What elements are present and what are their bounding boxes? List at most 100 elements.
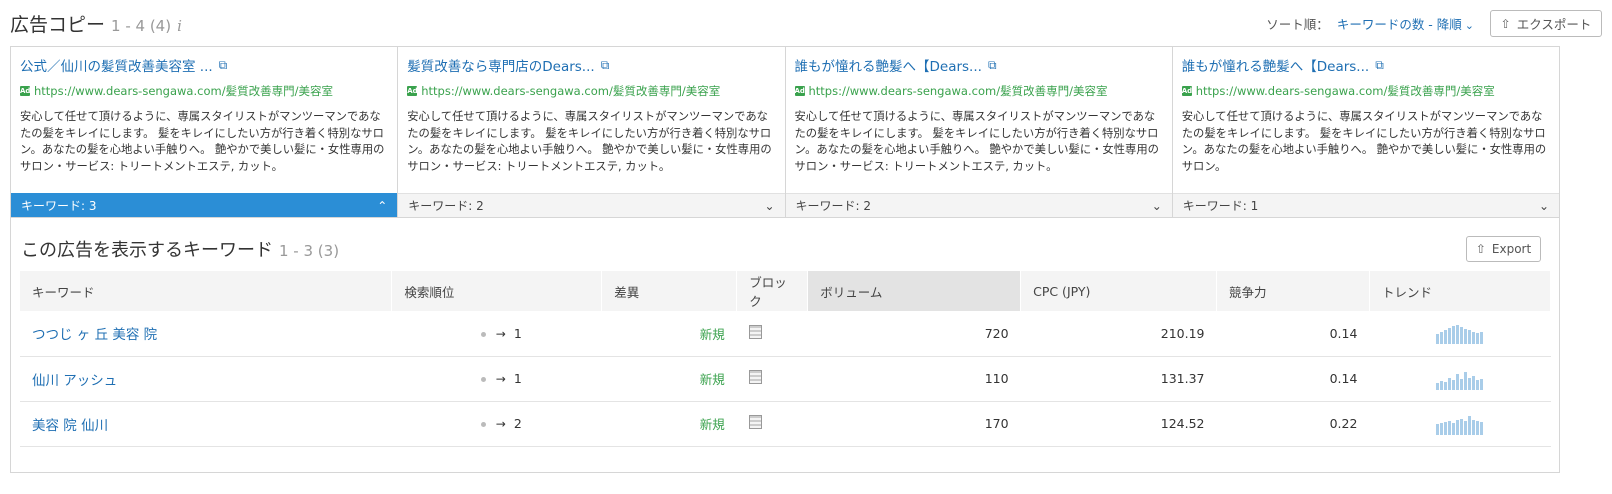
volume-value: 110 <box>984 371 1009 386</box>
external-link-icon[interactable]: ⧉ <box>988 58 997 73</box>
ad-title[interactable]: 公式／仙川の髪質改善美容室 ... <box>20 55 213 75</box>
column-header-keyword[interactable]: キーワード <box>20 271 393 311</box>
column-header-competition[interactable]: 競争力 <box>1216 271 1370 311</box>
arrow-right-icon: → <box>495 372 506 386</box>
trend-bar <box>1472 375 1475 390</box>
keyword-link[interactable]: 美容 院 仙川 <box>20 401 392 446</box>
trend-bar <box>1448 377 1451 390</box>
ad-card: 誰もが憧れる艶髪へ【Dears... ⧉ Ad https://www.dears-… <box>785 47 1173 217</box>
column-header-cpc[interactable]: CPC (JPY) <box>1020 271 1218 311</box>
keyword-link[interactable]: 仙川 アッシュ <box>20 356 392 401</box>
page-title: 広告コピー 1 - 4 (4) i <box>10 10 182 37</box>
trend-bar <box>1464 371 1467 390</box>
position-value: 2 <box>513 416 522 431</box>
cpc-value: 210.19 <box>1160 325 1205 341</box>
keyword-count: キーワード: 2 <box>795 199 872 213</box>
keyword-count-toggle[interactable]: キーワード: 3 ⌃ <box>11 193 398 217</box>
keywords-export-label: Export <box>1491 242 1532 256</box>
column-header-block[interactable]: ブロック <box>736 271 809 311</box>
sort-dropdown[interactable]: キーワードの数 - 降順 <box>1337 17 1462 32</box>
serp-block-icon[interactable] <box>748 370 762 384</box>
ad-url-text: https://www.dears-sengawa.com/髪質改善専門/美容室 <box>808 84 1108 98</box>
ad-cards: 公式／仙川の髪質改善美容室 ... ⧉ Ad https://www.dears-s… <box>10 46 1560 218</box>
serp-block-icon[interactable] <box>748 415 762 429</box>
trend-bar <box>1480 421 1483 435</box>
column-header-volume[interactable]: ボリューム <box>807 271 1022 311</box>
ad-title-link[interactable]: 公式／仙川の髪質改善美容室 ... ⧉ <box>20 55 388 76</box>
column-header-trend[interactable]: トレンド <box>1369 271 1552 311</box>
column-header-position[interactable]: 検索順位 <box>391 271 603 311</box>
trend-bar <box>1464 329 1467 345</box>
volume-value: 170 <box>984 416 1009 431</box>
keyword-count-toggle[interactable]: キーワード: 2 ⌄ <box>398 193 785 217</box>
ad-title-link[interactable]: 誰もが憧れる艶髪へ【Dears... ⧉ <box>1182 55 1550 76</box>
column-header-diff[interactable]: 差異 <box>601 271 738 311</box>
trend-bar <box>1440 380 1443 390</box>
ad-title-link[interactable]: 誰もが憧れる艶髪へ【Dears... ⧉ <box>795 55 1163 76</box>
keyword-count-toggle[interactable]: キーワード: 2 ⌄ <box>785 193 1172 217</box>
trend-sparkline <box>1381 322 1538 345</box>
upload-icon: ⇧ <box>1500 16 1511 31</box>
trend-bar <box>1436 382 1439 390</box>
keyword-link[interactable]: つつじ ヶ 丘 美容 院 <box>20 311 392 356</box>
position-cell: → 2 <box>392 401 602 446</box>
trend-cell <box>1369 401 1550 446</box>
chevron-down-icon[interactable]: ⌄ <box>1539 199 1549 213</box>
trend-bar <box>1452 379 1455 390</box>
keywords-export-button[interactable]: ⇧ Export <box>1466 236 1541 262</box>
export-button[interactable]: ⇧ エクスポート <box>1490 10 1602 37</box>
dot-icon <box>480 331 486 337</box>
chevron-down-icon[interactable]: ⌄ <box>1465 19 1474 32</box>
chevron-up-icon[interactable]: ⌃ <box>377 199 387 213</box>
trend-bar <box>1476 379 1479 390</box>
ad-url-text: https://www.dears-sengawa.com/髪質改善専門/美容室 <box>421 84 721 98</box>
chevron-down-icon[interactable]: ⌄ <box>764 199 774 213</box>
diff-value: 新規 <box>699 417 725 432</box>
position-value: 1 <box>513 371 522 386</box>
trend-sparkline <box>1381 368 1538 390</box>
ad-url: Ad https://www.dears-sengawa.com/髪質改善専門/美… <box>407 83 775 99</box>
trend-bar <box>1472 332 1475 345</box>
trend-cell <box>1369 311 1550 356</box>
trend-bar <box>1440 332 1443 345</box>
trend-cell <box>1369 356 1550 401</box>
ad-url: Ad https://www.dears-sengawa.com/髪質改善専門/美… <box>20 83 388 99</box>
ad-title[interactable]: 髪質改善なら専門店のDears... <box>407 55 594 75</box>
info-icon[interactable]: i <box>177 17 182 35</box>
ad-url: Ad https://www.dears-sengawa.com/髪質改善専門/美… <box>1181 83 1550 99</box>
external-link-icon[interactable]: ⧉ <box>601 58 610 73</box>
trend-bar <box>1476 420 1479 435</box>
trend-bar <box>1456 325 1459 345</box>
ad-description: 安心して任せて頂けるように、専属スタイリストがマンツーマンであなたの髪をキレイに… <box>1181 110 1547 173</box>
keyword-count-toggle[interactable]: キーワード: 1 ⌄ <box>1172 193 1559 217</box>
ad-title[interactable]: 誰もが憧れる艶髪へ【Dears... <box>795 55 982 75</box>
trend-sparkline <box>1381 413 1538 435</box>
serp-block-icon[interactable] <box>748 324 762 339</box>
external-link-icon[interactable]: ⧉ <box>1375 58 1384 73</box>
cpc-value: 124.52 <box>1160 416 1205 431</box>
trend-bar <box>1448 420 1451 435</box>
trend-bar <box>1452 422 1455 435</box>
ad-card: 公式／仙川の髪質改善美容室 ... ⧉ Ad https://www.dears-s… <box>11 47 399 217</box>
keywords-title-text: この広告を表示するキーワード <box>21 240 273 261</box>
keywords-range: 1 - 3 (3) <box>279 242 340 260</box>
trend-bar <box>1468 330 1471 345</box>
ad-description: 安心して任せて頂けるように、専属スタイリストがマンツーマンであなたの髪をキレイに… <box>794 110 1159 173</box>
trend-bar <box>1480 332 1483 345</box>
ad-url: Ad https://www.dears-sengawa.com/髪質改善専門/美… <box>794 83 1163 99</box>
ad-description: 安心して任せて頂けるように、専属スタイリストがマンツーマンであなたの髪をキレイに… <box>407 110 772 173</box>
position-cell: → 1 <box>392 311 602 356</box>
trend-bar <box>1456 373 1459 390</box>
trend-bar <box>1452 326 1455 345</box>
ad-title-link[interactable]: 髪質改善なら専門店のDears... ⧉ <box>407 55 775 76</box>
diff-value: 新規 <box>699 372 725 387</box>
ad-title[interactable]: 誰もが憧れる艶髪へ【Dears... <box>1182 55 1369 75</box>
competition-value: 0.22 <box>1329 416 1358 431</box>
page-header: 広告コピー 1 - 4 (4) i ソート順： キーワードの数 - 降順 ⌄ ⇧ エクス… <box>10 10 1602 40</box>
trend-bar <box>1472 419 1475 435</box>
sort-control[interactable]: ソート順： キーワードの数 - 降順 ⌄ <box>1266 14 1474 33</box>
chevron-down-icon[interactable]: ⌄ <box>1152 199 1162 213</box>
ad-badge-icon: Ad <box>1181 86 1193 96</box>
external-link-icon[interactable]: ⧉ <box>219 58 228 73</box>
ad-badge-icon: Ad <box>20 86 31 96</box>
